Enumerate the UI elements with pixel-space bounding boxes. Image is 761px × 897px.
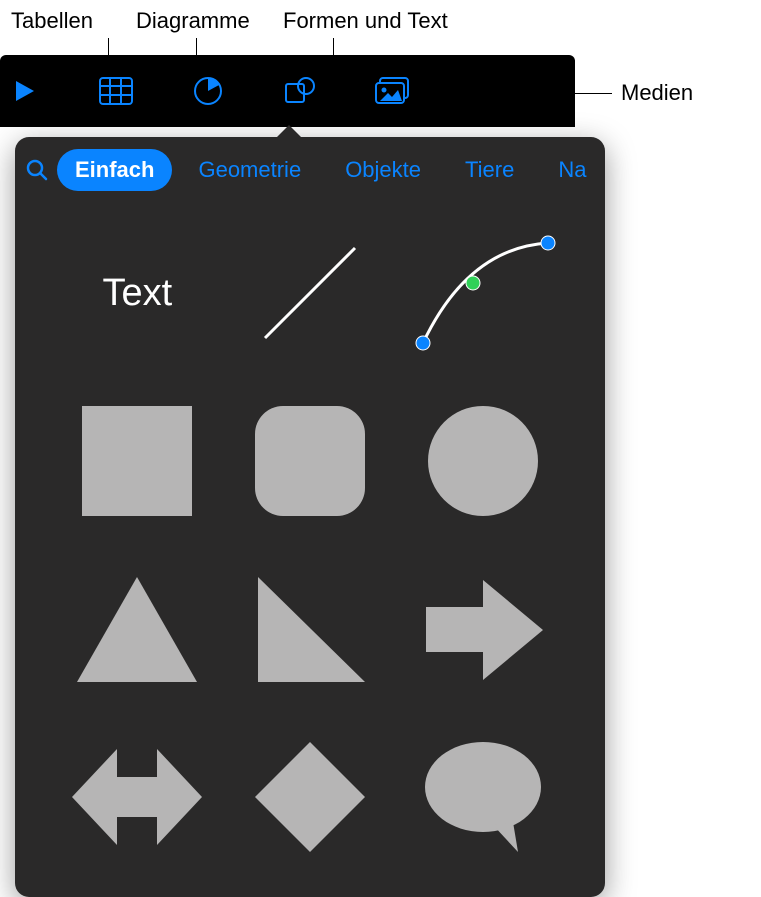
shapes-popover: Einfach Geometrie Objekte Tiere Na Text <box>15 137 605 897</box>
shape-square[interactable] <box>55 381 220 541</box>
toolbar <box>0 55 575 127</box>
search-icon <box>25 158 49 182</box>
callout-tables: Tabellen <box>11 8 93 34</box>
search-button[interactable] <box>25 150 49 190</box>
chart-icon <box>193 76 223 106</box>
curve-icon <box>408 228 558 358</box>
diamond-icon <box>250 737 370 857</box>
shape-text[interactable]: Text <box>55 213 220 373</box>
shape-circle[interactable] <box>400 381 565 541</box>
shape-line[interactable] <box>228 213 393 373</box>
shape-curve[interactable] <box>400 213 565 373</box>
shape-arrow-right[interactable] <box>400 549 565 709</box>
shapes-button[interactable] <box>254 55 346 127</box>
tab-nature[interactable]: Na <box>540 149 604 191</box>
media-button[interactable] <box>346 55 438 127</box>
shapes-tabbar: Einfach Geometrie Objekte Tiere Na <box>15 137 605 203</box>
tab-animals[interactable]: Tiere <box>447 149 532 191</box>
double-arrow-icon <box>67 737 207 857</box>
popover-caret <box>275 125 303 139</box>
tab-geometry[interactable]: Geometrie <box>180 149 319 191</box>
shape-rounded-square[interactable] <box>228 381 393 541</box>
rounded-square-icon <box>250 401 370 521</box>
shapes-grid: Text <box>15 203 605 897</box>
shape-diamond[interactable] <box>228 717 393 877</box>
charts-button[interactable] <box>162 55 254 127</box>
callout-line-shapes-v <box>333 38 334 55</box>
app-window: Einfach Geometrie Objekte Tiere Na Text <box>0 55 575 894</box>
callout-media: Medien <box>621 80 693 106</box>
shape-speech-bubble[interactable] <box>400 717 565 877</box>
shape-triangle[interactable] <box>55 549 220 709</box>
shape-right-triangle[interactable] <box>228 549 393 709</box>
line-icon <box>250 233 370 353</box>
circle-icon <box>423 401 543 521</box>
tab-objects[interactable]: Objekte <box>327 149 439 191</box>
tables-button[interactable] <box>70 55 162 127</box>
shapes-icon <box>284 76 316 106</box>
table-icon <box>99 77 133 105</box>
media-icon <box>374 77 410 105</box>
speech-bubble-icon <box>418 737 548 857</box>
callout-charts: Diagramme <box>136 8 250 34</box>
square-icon <box>77 401 197 521</box>
arrow-right-icon <box>418 572 548 687</box>
tab-simple[interactable]: Einfach <box>57 149 172 191</box>
shape-double-arrow[interactable] <box>55 717 220 877</box>
shape-callout-rect[interactable] <box>55 885 220 897</box>
text-shape-label: Text <box>102 272 172 315</box>
shape-pentagon[interactable] <box>228 885 393 897</box>
callout-shapes-text: Formen und Text <box>283 8 448 34</box>
triangle-icon <box>72 572 202 687</box>
shape-star[interactable] <box>400 885 565 897</box>
right-triangle-icon <box>250 572 370 687</box>
play-button[interactable] <box>0 55 50 127</box>
play-icon <box>14 79 36 103</box>
